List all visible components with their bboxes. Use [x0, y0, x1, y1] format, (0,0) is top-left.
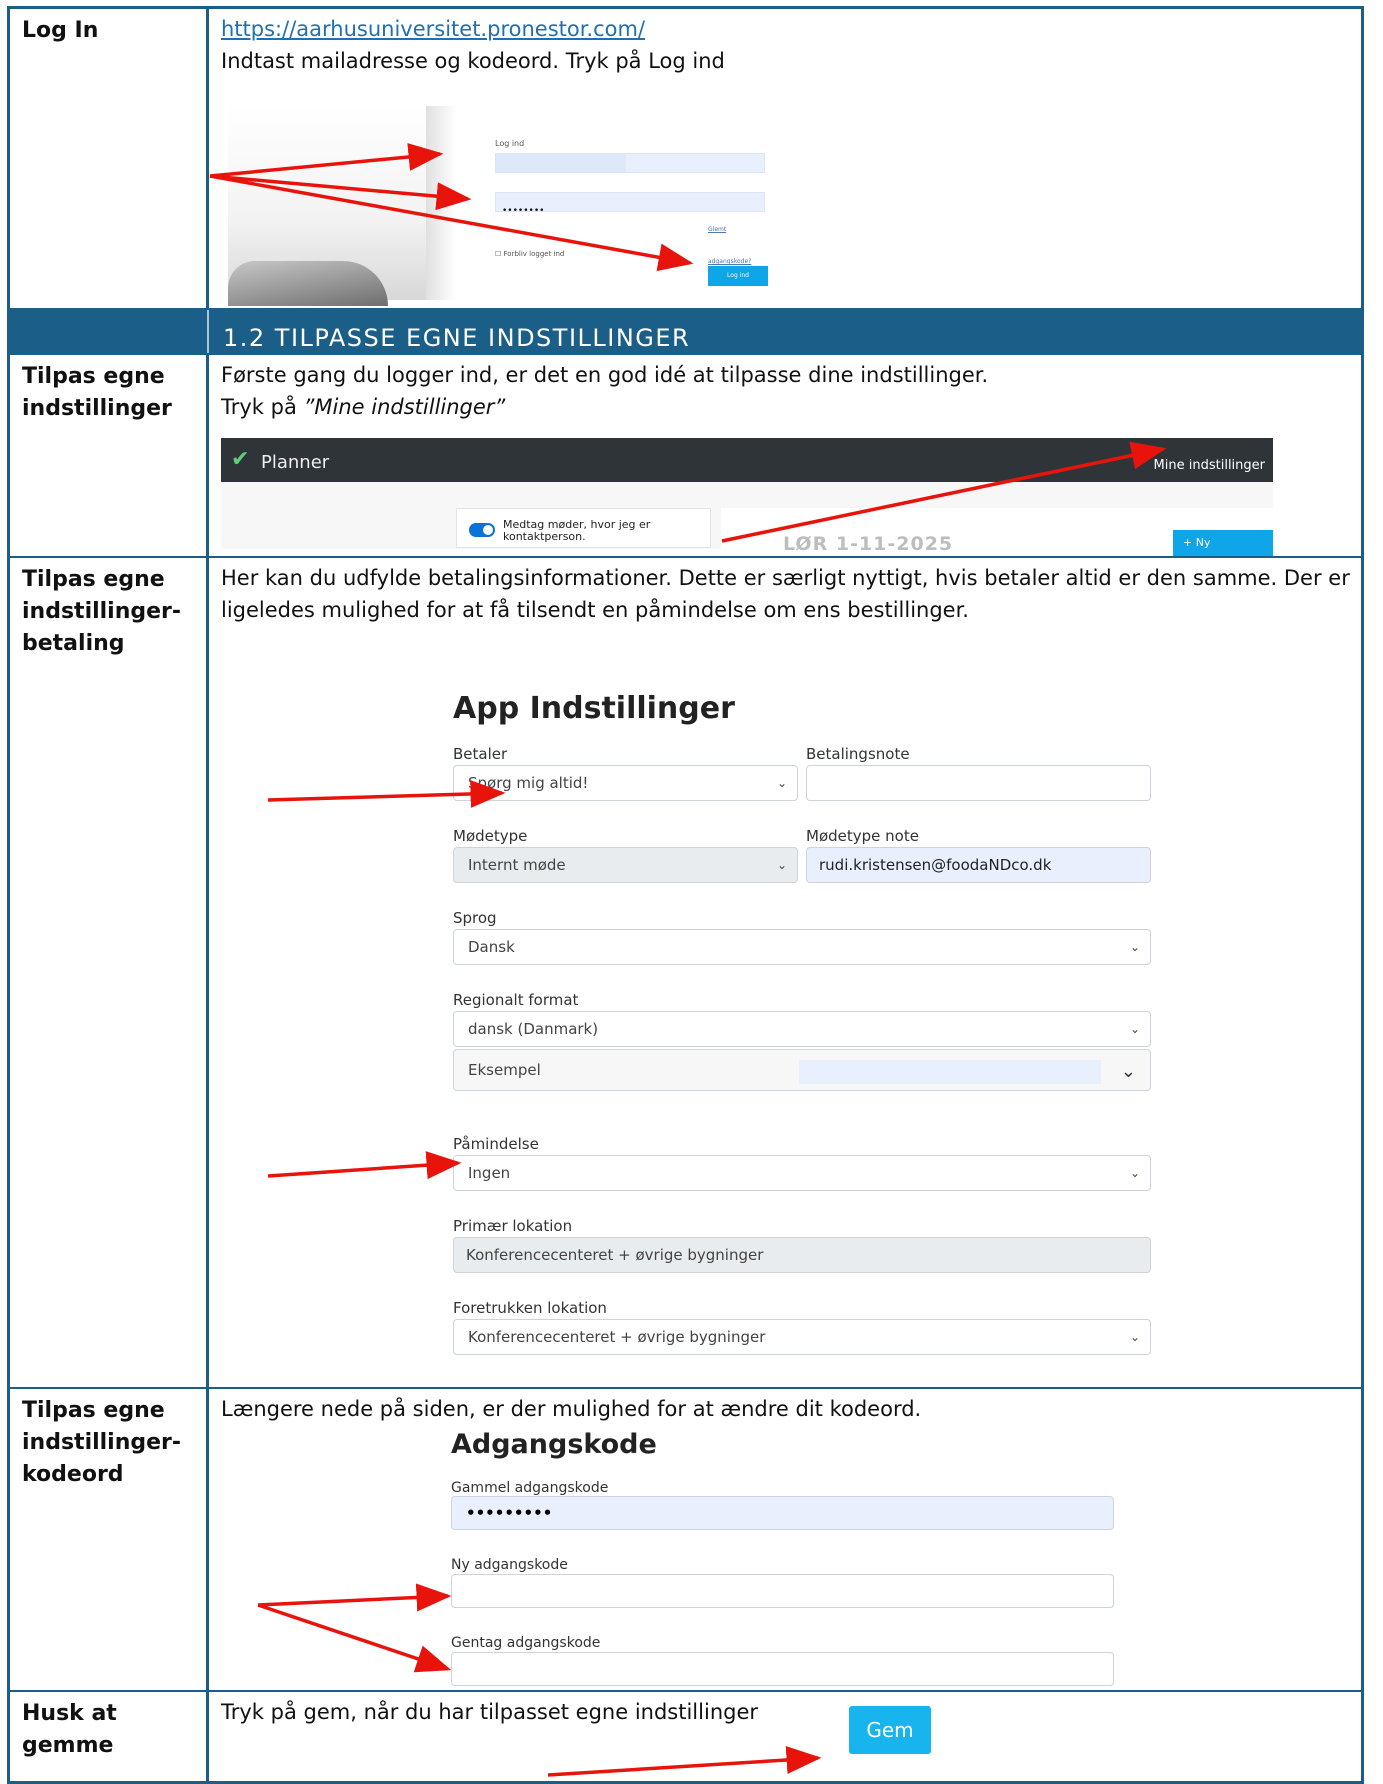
chevron-down-icon: ⌄ — [1129, 1166, 1140, 1180]
new-password-input[interactable] — [451, 1574, 1114, 1608]
row-save: Husk at gemme Tryk på gem, når du har ti… — [10, 1690, 1361, 1784]
modetype-select[interactable]: Internt møde ⌄ — [453, 847, 798, 883]
section-title: 1.2 TILPASSE EGNE INDSTILLINGER — [223, 324, 691, 352]
old-password-input[interactable]: ••••••••• — [451, 1496, 1114, 1530]
row-password: Tilpas egne indstillinger-kodeord Længer… — [10, 1387, 1361, 1690]
eksempel-preview — [799, 1060, 1101, 1084]
section-header-spacer — [10, 310, 209, 353]
planner-app-name: Planner — [261, 452, 330, 473]
hand-image — [228, 261, 388, 306]
password-heading: Adgangskode — [451, 1429, 657, 1460]
row-content-password: Længere nede på siden, er der mulighed f… — [209, 1389, 1361, 1690]
chevron-down-icon: ⌄ — [1129, 940, 1140, 954]
instruction-table: Log In https://aarhusuniversitet.pronest… — [7, 6, 1364, 1784]
betalingsnote-input[interactable] — [806, 765, 1151, 801]
chevron-down-icon: ⌄ — [1129, 1330, 1140, 1344]
chevron-down-icon: ⌄ — [1120, 1061, 1136, 1082]
stay-logged-in-checkbox[interactable]: ☐ Forbliv logget ind — [495, 238, 564, 270]
planner-topbar: ✔ Planner Mine indstillinger — [221, 438, 1273, 482]
save-text: Tryk på gem, når du har tilpasset egne i… — [221, 1700, 759, 1724]
row-label-save: Husk at gemme — [10, 1692, 209, 1784]
login-screenshot: Log ind •••••••• Glemt adgangskode? ☐ Fo… — [228, 106, 768, 306]
settings-line1: Første gang du logger ind, er det en god… — [221, 363, 989, 387]
foretrukken-select[interactable]: Konferencecenteret + øvrige bygninger ⌄ — [453, 1319, 1151, 1355]
regional-select[interactable]: dansk (Danmark) ⌄ — [453, 1011, 1151, 1047]
login-panel-shadow — [426, 106, 456, 300]
login-mini-button[interactable]: Log ind — [708, 266, 768, 286]
app-settings-form: App Indstillinger Betaler Spørg mig alti… — [453, 558, 1163, 1378]
app-settings-heading: App Indstillinger — [453, 691, 735, 726]
mine-indstillinger-link[interactable]: Mine indstillinger — [1154, 450, 1265, 482]
chevron-down-icon: ⌄ — [776, 776, 787, 790]
planner-screenshot: ✔ Planner Mine indstillinger Medtag møde… — [221, 438, 1273, 575]
row-content-save: Tryk på gem, når du har tilpasset egne i… — [209, 1692, 1361, 1784]
row-label-payment: Tilpas egne indstillinger-betaling — [10, 558, 209, 1387]
new-booking-button[interactable]: + Ny mødebestill — [1173, 530, 1273, 575]
login-instruction: Indtast mailadresse og kodeord. Tryk på … — [221, 49, 725, 73]
settings-line2: Tryk på ”Mine indstillinger” — [221, 395, 506, 419]
modetype-note-input[interactable]: rudi.kristensen@foodaNDco.dk — [806, 847, 1151, 883]
row-label-settings: Tilpas egne indstillinger — [10, 355, 209, 556]
row-payment: Tilpas egne indstillinger-betaling Her k… — [10, 556, 1361, 1387]
betaler-select[interactable]: Spørg mig altid! ⌄ — [453, 765, 798, 801]
row-label-password: Tilpas egne indstillinger-kodeord — [10, 1389, 209, 1690]
row-settings: Tilpas egne indstillinger Første gang du… — [10, 353, 1361, 575]
section-header-row: 1.2 TILPASSE EGNE INDSTILLINGER — [10, 308, 1361, 353]
paamindelse-select[interactable]: Ingen ⌄ — [453, 1155, 1151, 1191]
planner-toggle-card: Medtag møder, hvor jeg er kontaktperson. — [456, 508, 711, 548]
row-login: Log In https://aarhusuniversitet.pronest… — [10, 9, 1361, 308]
toggle-label: Medtag møder, hvor jeg er kontaktperson. — [503, 518, 651, 543]
sprog-select[interactable]: Dansk ⌄ — [453, 929, 1151, 965]
gem-button[interactable]: Gem — [849, 1706, 931, 1754]
login-email-field[interactable] — [495, 153, 765, 173]
chevron-down-icon: ⌄ — [776, 858, 787, 872]
row-content-settings: Første gang du logger ind, er det en god… — [209, 355, 1361, 575]
eksempel-accordion[interactable]: Eksempel ⌄ — [453, 1049, 1151, 1091]
contact-person-toggle[interactable] — [469, 523, 495, 537]
login-password-field[interactable]: •••••••• — [495, 192, 765, 216]
row-content-payment: Her kan du udfylde betalingsinformatione… — [209, 558, 1361, 1387]
check-icon: ✔ — [231, 447, 250, 472]
password-form: Adgangskode Gammel adgangskode •••••••••… — [451, 1389, 1116, 1689]
chevron-down-icon: ⌄ — [1129, 1022, 1140, 1036]
primaer-field: Konferencecenteret + øvrige bygninger — [453, 1237, 1151, 1273]
login-url-link[interactable]: https://aarhusuniversitet.pronestor.com/ — [221, 17, 645, 41]
row-label-login: Log In — [10, 9, 209, 308]
repeat-password-input[interactable] — [451, 1652, 1114, 1686]
row-content-login: https://aarhusuniversitet.pronestor.com/… — [209, 9, 1361, 308]
